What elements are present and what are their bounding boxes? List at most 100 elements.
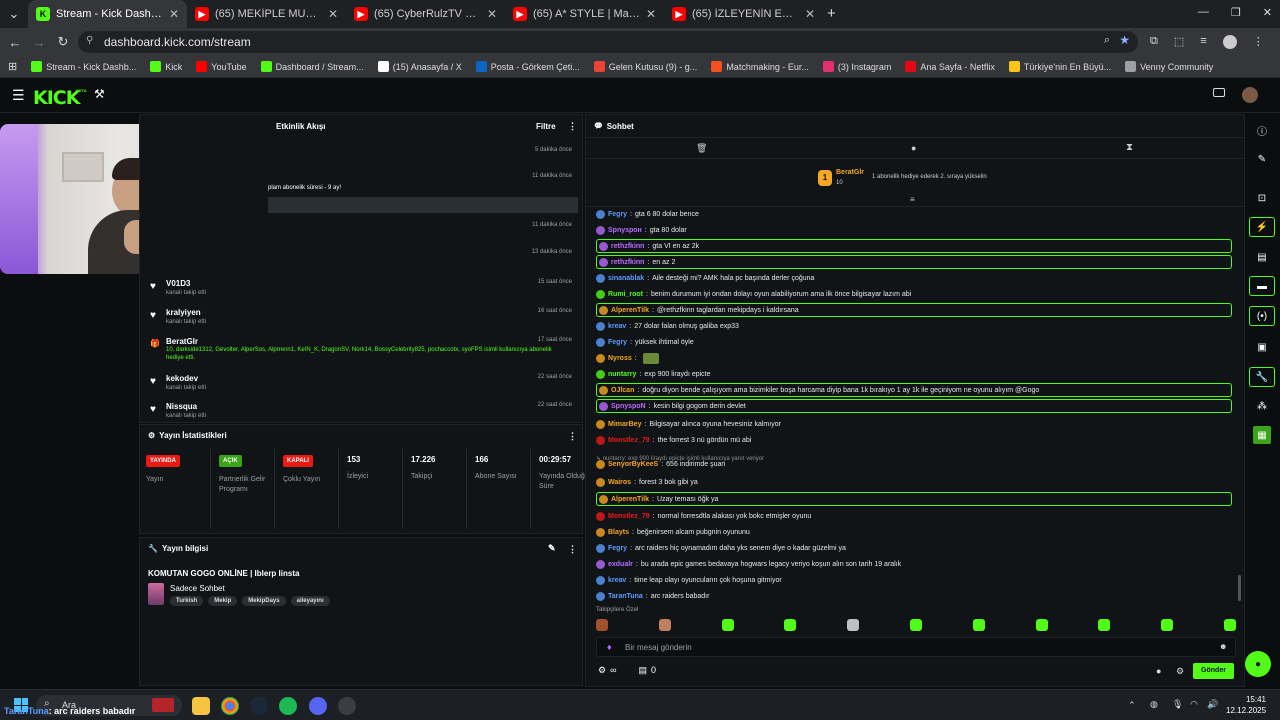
stream-tag[interactable]: MekipDays <box>242 596 286 606</box>
chat-rail-icon[interactable]: ▬ <box>1249 276 1275 296</box>
chat-settings-icon[interactable]: ⚙ <box>1176 666 1184 677</box>
bookmark-item[interactable]: Venny Community <box>1125 61 1213 72</box>
info-icon[interactable]: ⓘ <box>1249 120 1275 140</box>
chat-username[interactable]: TaranTuna <box>608 593 643 600</box>
user-avatar[interactable] <box>1242 87 1258 103</box>
wifi-icon[interactable]: ◠ <box>1190 699 1198 710</box>
puzzle-icon[interactable]: ⬚ <box>1174 35 1184 49</box>
emoji-icon[interactable]: ☻ <box>1219 642 1227 651</box>
chat-username[interactable]: rethzfkinn <box>611 243 644 250</box>
chat-username[interactable]: Wairos <box>608 479 631 486</box>
dots-icon[interactable]: ⁂ <box>1249 396 1275 416</box>
hammer-icon[interactable]: ⚒ <box>94 87 105 101</box>
bookmark-item[interactable]: (3) Instagram <box>822 61 891 72</box>
chat-mode-icon[interactable]: ● <box>911 143 916 153</box>
emote-icon[interactable] <box>972 619 985 631</box>
chat-username[interactable]: Fegry <box>608 545 627 552</box>
trash-icon[interactable]: 🗑 <box>696 143 707 154</box>
kick-logo[interactable]: KICK <box>33 87 80 109</box>
game-icon[interactable]: ▦ <box>1253 426 1271 444</box>
stream-info-menu-icon[interactable]: ⋮ <box>568 544 577 555</box>
extension-icon[interactable]: ⧉ <box>1150 35 1158 49</box>
apps-grid-icon[interactable]: ⊞ <box>8 60 17 73</box>
monitor-icon[interactable] <box>1213 88 1225 97</box>
edit-pencil-icon[interactable]: ✎ <box>548 543 556 554</box>
emote-icon[interactable] <box>784 619 797 631</box>
bookmark-item[interactable]: Türkiye'nin En Büyü... <box>1008 61 1111 72</box>
settings-gear-icon[interactable]: ⚙ <box>598 665 606 676</box>
chat-username[interactable]: Blayts <box>608 529 629 536</box>
stream-tag[interactable]: Turkish <box>170 596 204 606</box>
clock[interactable]: 15:41 12.12.2025 <box>1226 694 1266 716</box>
chat-username[interactable]: Monstlez_79 <box>608 513 650 520</box>
pencil-icon[interactable]: ✎ <box>1249 149 1275 169</box>
close-tab-icon[interactable]: ✕ <box>487 7 497 21</box>
minimize-icon[interactable]: — <box>1198 6 1209 19</box>
maximize-icon[interactable]: ❐ <box>1231 6 1241 19</box>
chat-username[interactable]: nuntarry <box>608 371 636 378</box>
emote-icon[interactable] <box>909 619 922 631</box>
volume-icon[interactable]: 🔊 <box>1207 699 1218 710</box>
emote-icon[interactable] <box>658 619 671 631</box>
bookmark-item[interactable]: (15) Anasayfa / X <box>377 61 462 72</box>
url-input[interactable]: ⚲ dashboard.kick.com/stream ⌕ ★ <box>78 31 1138 53</box>
chat-username[interactable]: kreav <box>608 323 626 330</box>
media-icon[interactable]: ≡ <box>1200 35 1206 49</box>
chat-username[interactable]: OJlcan <box>611 387 634 394</box>
bolt-icon[interactable]: ⚡ <box>1249 217 1275 237</box>
zoom-icon[interactable]: ⌕ <box>1104 34 1110 47</box>
chrome-icon[interactable] <box>221 697 239 715</box>
pinned-user[interactable]: BeratGlr <box>836 169 864 176</box>
chat-username[interactable]: AlperenTilk <box>611 307 649 314</box>
mic-icon[interactable]: ♦ <box>607 642 612 652</box>
support-chat-icon[interactable]: ● <box>1245 651 1271 677</box>
chat-username[interactable]: sinanablak <box>608 275 644 282</box>
app-icon[interactable] <box>338 697 356 715</box>
tray-app-icon[interactable]: ◍ <box>1150 699 1158 710</box>
emote-icon[interactable] <box>847 619 860 631</box>
chat-username[interactable]: Fegry <box>608 211 627 218</box>
activity-menu-icon[interactable]: ⋮ <box>568 121 577 132</box>
clipboard-rail-icon[interactable]: ▤ <box>1249 247 1275 267</box>
hourglass-icon[interactable]: ⧗ <box>1126 142 1133 153</box>
send-button[interactable]: Gönder <box>1193 663 1234 679</box>
new-tab-button[interactable]: + <box>827 0 836 28</box>
filter-button[interactable]: Filtre <box>536 122 556 131</box>
chat-username[interactable]: Nyross <box>608 355 632 362</box>
browser-tab[interactable]: ▶ (65) A* STYLE | Madara Olduk ✕ <box>505 0 664 28</box>
activity-user[interactable]: kekodev <box>166 374 198 383</box>
bookmark-star-icon[interactable]: ★ <box>1119 33 1130 47</box>
chat-input[interactable]: ♦ Bir mesaj gönderin ☻ <box>596 637 1236 657</box>
chat-username[interactable]: MimarBey <box>608 421 641 428</box>
emote-icon[interactable] <box>1035 619 1048 631</box>
steam-icon[interactable] <box>250 697 268 715</box>
emote-icon[interactable] <box>1223 619 1236 631</box>
chat-username[interactable]: SpnyspoN <box>611 403 646 410</box>
spotify-icon[interactable] <box>279 697 297 715</box>
bookmark-item[interactable]: Ana Sayfa - Netflix <box>905 61 995 72</box>
chat-emote-icon[interactable]: ● <box>1156 666 1161 676</box>
bookmark-item[interactable]: Stream - Kick Dashb... <box>31 61 136 72</box>
broadcast-icon[interactable]: (•) <box>1249 306 1275 326</box>
browser-menu-icon[interactable]: ⋮ <box>1253 35 1264 49</box>
back-button[interactable]: ← <box>3 35 27 50</box>
browser-tab[interactable]: K Stream - Kick Dashboard ✕ <box>28 0 187 28</box>
expand-icon[interactable]: ⊡ <box>1249 188 1275 208</box>
emote-icon[interactable] <box>1098 619 1111 631</box>
chat-username[interactable]: exdualr <box>608 561 633 568</box>
stream-tag[interactable]: aileyayını <box>290 596 330 606</box>
close-tab-icon[interactable]: ✕ <box>169 7 179 21</box>
browser-tab[interactable]: ▶ (65) MEKİPLE MURDER KOMİK ✕ <box>187 0 346 28</box>
activity-user[interactable]: Nissqua <box>166 402 197 411</box>
chat-username[interactable]: Spnyspoн <box>608 227 642 234</box>
close-icon[interactable]: ✕ <box>1263 6 1272 19</box>
briefcase-icon[interactable]: ▣ <box>1249 337 1275 357</box>
chat-username[interactable]: kreav <box>608 577 626 584</box>
category-name[interactable]: Sadece Sohbet <box>170 584 225 593</box>
forward-button[interactable]: → <box>27 35 51 50</box>
wrench-rail-icon[interactable]: 🔧 <box>1249 367 1275 387</box>
bookmark-item[interactable]: YouTube <box>196 61 247 72</box>
hamburger-menu-icon[interactable]: ☰ <box>12 87 25 104</box>
chat-username[interactable]: rethzfkinn <box>611 259 644 266</box>
bookmark-item[interactable]: Dashboard / Stream... <box>260 61 364 72</box>
